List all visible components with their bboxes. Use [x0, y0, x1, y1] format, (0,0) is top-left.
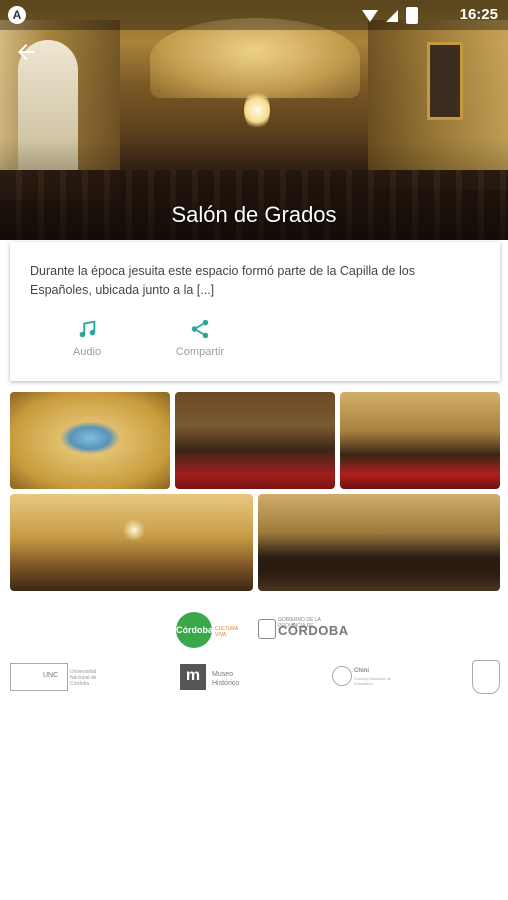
signal-icon: [386, 9, 398, 22]
museo-line-1: Museo: [212, 671, 234, 678]
app-notification-icon: A: [8, 6, 26, 24]
chini-title: Chini: [354, 668, 369, 674]
crest-icon: [258, 619, 276, 639]
university-crest-icon: [472, 660, 500, 694]
cordoba-culture-logo: Córdoba: [176, 612, 213, 648]
museo-letter-icon: m: [180, 664, 206, 690]
gobierno-cordoba-logo: GOBIERNO DE LA PROVINCIA DE CÓRDOBA: [258, 617, 348, 641]
status-bar: A 16:25: [0, 0, 508, 30]
wifi-icon: [362, 9, 378, 22]
back-button[interactable]: [14, 40, 38, 64]
description-text: Durante la época jesuita este espacio fo…: [30, 264, 415, 297]
museo-text: Museo Histórico: [212, 670, 239, 688]
museo-line-2: Histórico: [212, 680, 240, 687]
unc-logo: UNC Universidad Nacional de Córdoba: [10, 663, 106, 691]
chini-seal-icon: [332, 666, 352, 686]
unc-logo-box: UNC: [10, 663, 68, 691]
gallery-image-hall-stage[interactable]: [175, 392, 335, 489]
gallery-image-chandelier-hall[interactable]: [10, 494, 253, 591]
cordoba-tagline: CULTURA VIVA: [215, 626, 238, 638]
gallery-image-painted-ceiling[interactable]: [10, 392, 170, 489]
museo-historico-logo: m Museo Histórico: [180, 664, 260, 692]
hero-portrait: [427, 42, 463, 120]
arrow-left-icon: [18, 44, 34, 60]
unc-name-text: Universidad Nacional de Córdoba: [70, 669, 97, 687]
share-icon: [191, 319, 209, 339]
music-note-icon: [79, 320, 96, 338]
audio-button[interactable]: Audio: [64, 318, 110, 358]
description-card: Durante la época jesuita este espacio fo…: [10, 242, 500, 381]
status-time: 16:25: [459, 6, 498, 23]
share-label: Compartir: [175, 346, 225, 358]
hero-chandelier: [244, 90, 270, 130]
page-title: Salón de Grados: [171, 202, 337, 227]
gallery-image-hall-overview[interactable]: [340, 392, 500, 489]
gallery-image-hall-seats[interactable]: [258, 494, 500, 591]
gob-big-text: CÓRDOBA: [278, 623, 349, 638]
unc-short-text: UNC: [43, 672, 59, 679]
share-button[interactable]: Compartir: [174, 318, 226, 358]
battery-icon: [406, 7, 418, 24]
chini-logo: Chini Consejo Nacional de Educación: [332, 664, 392, 690]
status-icons: [362, 7, 418, 24]
hero-ceiling: [150, 18, 360, 98]
chini-subtitle: Consejo Nacional de Educación: [354, 676, 391, 686]
audio-label: Audio: [72, 346, 102, 358]
